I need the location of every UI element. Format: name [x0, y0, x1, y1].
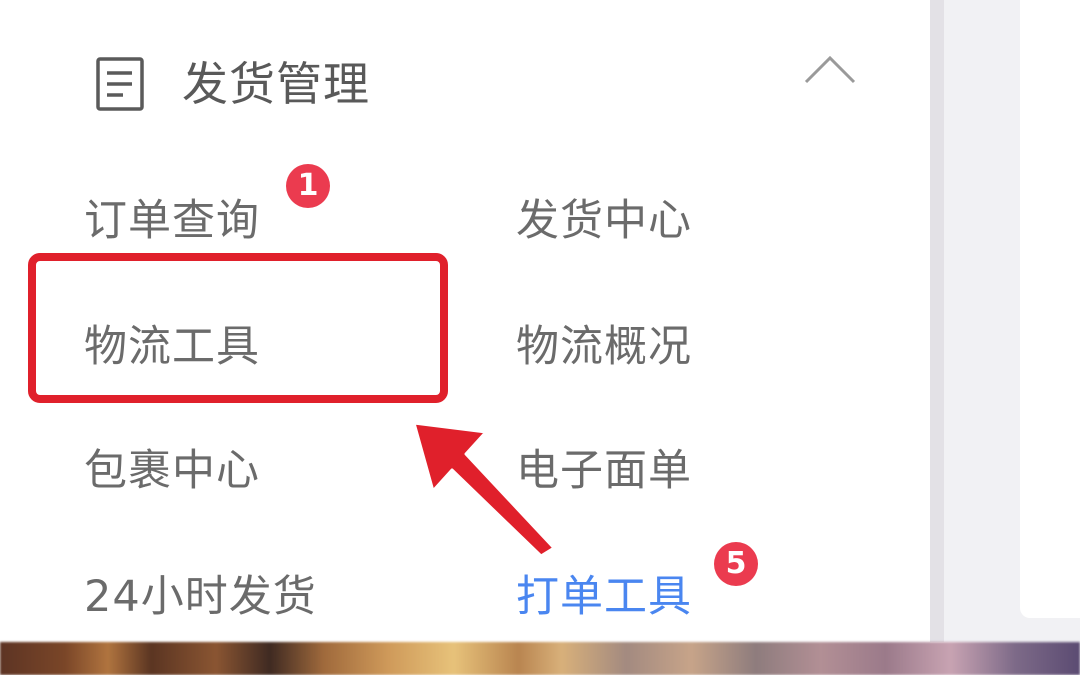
menu-item-electronic-waybill[interactable]: 电子面单: [516, 446, 692, 496]
notification-badge: 5: [714, 542, 758, 586]
menu-item-label: 电子面单: [516, 446, 692, 496]
highlight-box: [28, 253, 448, 403]
menu-item-label: 包裹中心: [84, 446, 260, 496]
menu-item-package-center[interactable]: 包裹中心: [84, 446, 260, 496]
menu-item-print-tool[interactable]: 打单工具: [516, 572, 692, 622]
section-header-shipping-management[interactable]: 发货管理: [88, 48, 878, 120]
menu-item-label: 订单查询: [84, 196, 260, 246]
sidebar-panel: 发货管理 订单查询 1 发货中心 物流工具 物流概况 包裹中心 电子面单 24小…: [0, 0, 930, 642]
menu-item-label: 打单工具: [516, 572, 692, 622]
menu-item-logistics-overview[interactable]: 物流概况: [516, 322, 692, 372]
menu-item-24h-shipping[interactable]: 24小时发货: [84, 572, 317, 622]
menu-item-order-query[interactable]: 订单查询: [84, 196, 260, 246]
menu-item-label: 24小时发货: [84, 572, 317, 622]
document-icon: [96, 57, 144, 111]
chevron-up-icon[interactable]: [802, 52, 858, 88]
panel-divider: [930, 0, 944, 642]
taskbar-strip: [0, 642, 1080, 675]
menu-item-shipping-center[interactable]: 发货中心: [516, 196, 692, 246]
content-card: [1020, 0, 1080, 618]
menu-item-label: 物流概况: [516, 322, 692, 372]
notification-badge: 1: [286, 164, 330, 208]
section-title: 发货管理: [182, 57, 370, 111]
menu-item-label: 发货中心: [516, 196, 692, 246]
